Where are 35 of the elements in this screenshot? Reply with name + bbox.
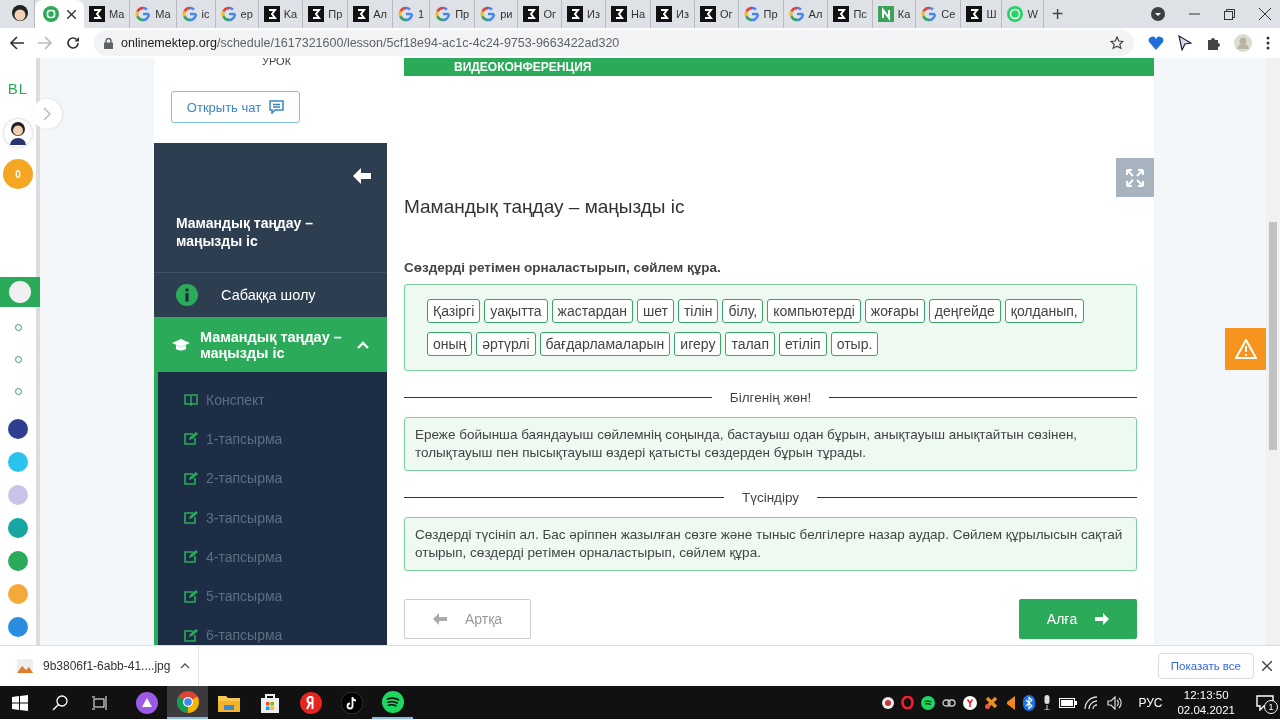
- word-chip[interactable]: жоғары: [864, 299, 925, 323]
- hint-text: Ереже бойынша баяндауыш сөйлемнің соңында, бастауыш одан бұрын, анықтауыш анықтайтын сөзінен, толықтауыш пен пысықтауыш өздері қатысты сөздерден бұрын тұрады.: [404, 417, 1137, 471]
- language-indicator[interactable]: РУС: [1138, 695, 1163, 710]
- word-chip[interactable]: жастардан: [551, 299, 633, 323]
- word-chip[interactable]: әртүрлі: [476, 332, 536, 356]
- word-chip[interactable]: білу,: [722, 299, 764, 323]
- word-chip[interactable]: талап: [725, 332, 775, 356]
- logo: BL: [7, 80, 29, 97]
- section-heading: Білгенің жөн!: [729, 390, 812, 405]
- word-chip[interactable]: қолданып,: [1004, 299, 1084, 323]
- new-tab-button[interactable]: +: [1043, 0, 1072, 28]
- word-chip[interactable]: уақытта: [484, 299, 548, 323]
- word-chip[interactable]: отыр.: [830, 332, 879, 356]
- word-chip[interactable]: компьютерді: [767, 299, 861, 323]
- address-field[interactable]: onlinemektep.org/schedule/1617321600/lesson/5cf18e94-ac1c-4c24-9753-9663422ad320: [94, 30, 1134, 56]
- word-chip[interactable]: етіліп: [778, 332, 827, 356]
- word-chip[interactable]: тілін: [677, 299, 719, 323]
- section-heading: Түсіндіру: [741, 490, 800, 505]
- word-chip[interactable]: деңгейде: [928, 299, 1001, 323]
- nav-item[interactable]: Сабаққа шолу: [154, 273, 387, 317]
- word-chip[interactable]: игеру: [674, 332, 722, 356]
- lesson-title: Мамандық таңдау – маңызды іс: [154, 184, 387, 273]
- word-chip[interactable]: шет: [636, 299, 674, 323]
- show-all-button[interactable]: Показать все: [1157, 653, 1254, 679]
- section-heading: УРОК: [262, 58, 292, 67]
- word-chip[interactable]: оның: [427, 332, 473, 356]
- coin-badge: 0: [3, 159, 33, 189]
- clock[interactable]: 12:13:50 02.04.2021: [1177, 687, 1235, 718]
- word-chip[interactable]: бағдарламаларын: [539, 332, 671, 356]
- open-chat-button[interactable]: Открыть чат: [171, 91, 300, 123]
- word-chip[interactable]: Қазіргі: [427, 299, 481, 323]
- hint-text: Сөздерді түсініп ал. Бас әріппен жазылған сөзге және тыныс белгілерге назар аудар. Сөйлем құрылысын сақтай отырып, сөздерді ретімен орналастырып, сөйлем құра.: [404, 517, 1137, 571]
- notifications-button[interactable]: 1: [1250, 686, 1280, 719]
- instruction-text: Сөздерді ретімен орналастырып, сөйлем құра.: [404, 260, 722, 276]
- exercise-title: Мамандық таңдау – маңызды іс: [404, 196, 686, 218]
